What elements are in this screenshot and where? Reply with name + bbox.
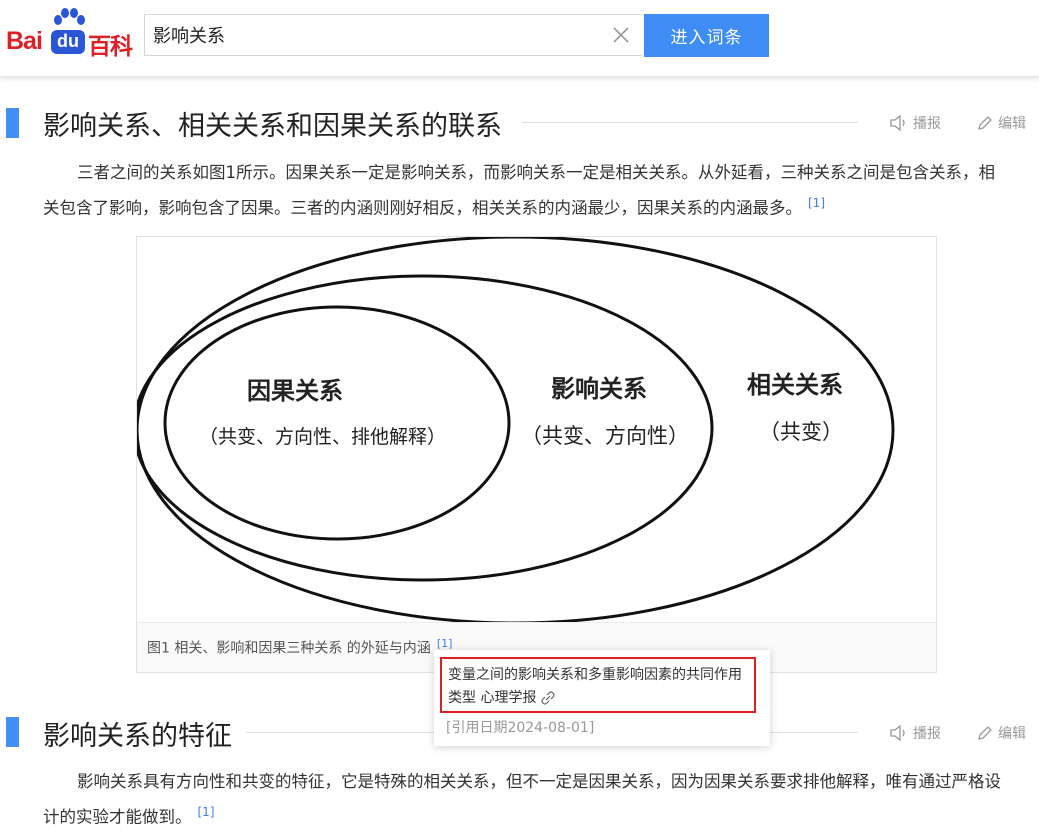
section-accent-bar (6, 108, 19, 138)
speaker-icon (890, 114, 905, 132)
relationship-figure: 因果关系 （共变、方向性、排他解释） 影响关系 （共变、方向性） 相关关系 （共… (132, 235, 937, 673)
caption-text: 图1 相关、影响和因果三种关系 的外延与内涵 (147, 640, 431, 657)
speaker-icon (890, 724, 905, 742)
edit-button[interactable]: 编辑 (976, 113, 1026, 133)
nested-ellipses-diagram: 因果关系 （共变、方向性、排他解释） 影响关系 （共变、方向性） 相关关系 （共… (132, 235, 895, 625)
section-paragraph: 三者之间的关系如图1所示。因果关系一定是影响关系，而影响关系一定是相关关系。从外… (43, 158, 1005, 224)
search-box (144, 14, 642, 56)
paragraph-text: 影响关系具有方向性和共变的特征，它是特殊的相关关系，但不一定是因果关系，因为因果… (43, 772, 1001, 827)
logo-bai: Bai (6, 27, 43, 55)
citation-date: [引用日期2024-08-01] (446, 720, 595, 736)
broadcast-button[interactable]: 播报 (889, 723, 941, 743)
link-icon[interactable] (541, 691, 555, 705)
reference-link[interactable]: [1] (808, 196, 825, 210)
figure-image[interactable]: 因果关系 （共变、方向性、排他解释） 影响关系 （共变、方向性） 相关关系 （共… (132, 235, 936, 625)
section-paragraph: 影响关系具有方向性和共变的特征，它是特殊的相关关系，但不一定是因果关系，因为因果… (43, 767, 1005, 833)
edit-label: 编辑 (998, 116, 1026, 132)
label-influence-sub: （共变、方向性） (521, 424, 689, 448)
label-correlation-sub: （共变） (759, 420, 843, 444)
edit-label: 编辑 (998, 726, 1026, 742)
reference-link[interactable]: [1] (198, 805, 215, 819)
top-header: Bai du 百科 进入词条 (0, 0, 1039, 77)
label-causal-sub: （共变、方向性、排他解释） (199, 426, 446, 448)
logo-baike: 百科 (88, 34, 133, 60)
section-accent-bar (6, 717, 19, 747)
broadcast-label: 播报 (913, 116, 941, 132)
section-divider (522, 122, 858, 123)
search-input[interactable] (153, 15, 593, 55)
logo-du: du (51, 30, 85, 54)
broadcast-button[interactable]: 播报 (889, 113, 941, 133)
reference-tooltip: 变量之间的影响关系和多重影响因素的共同作用类型 心理学报 [引用日期2024-0… (434, 650, 770, 746)
citation-text: 变量之间的影响关系和多重影响因素的共同作用类型 心理学报 (448, 667, 742, 706)
section-title: 影响关系的特征 (43, 721, 232, 752)
caption-reference-link[interactable]: [1] (437, 637, 453, 650)
label-causal: 因果关系 (247, 376, 343, 405)
label-correlation: 相关关系 (747, 370, 843, 399)
label-influence: 影响关系 (551, 374, 647, 403)
edit-button[interactable]: 编辑 (976, 723, 1026, 743)
citation-highlight[interactable]: 变量之间的影响关系和多重影响因素的共同作用类型 心理学报 (440, 657, 756, 713)
baidu-baike-logo[interactable]: Bai du 百科 (6, 8, 136, 60)
close-icon[interactable] (612, 26, 630, 44)
section-title: 影响关系、相关关系和因果关系的联系 (43, 111, 502, 142)
figure-caption: 图1 相关、影响和因果三种关系 的外延与内涵 [1] (147, 637, 452, 658)
enter-entry-button[interactable]: 进入词条 (644, 14, 769, 57)
broadcast-label: 播报 (913, 726, 941, 742)
pencil-icon (978, 116, 992, 130)
pencil-icon (978, 726, 992, 740)
paragraph-text: 三者之间的关系如图1所示。因果关系一定是影响关系，而影响关系一定是相关关系。从外… (43, 163, 995, 218)
